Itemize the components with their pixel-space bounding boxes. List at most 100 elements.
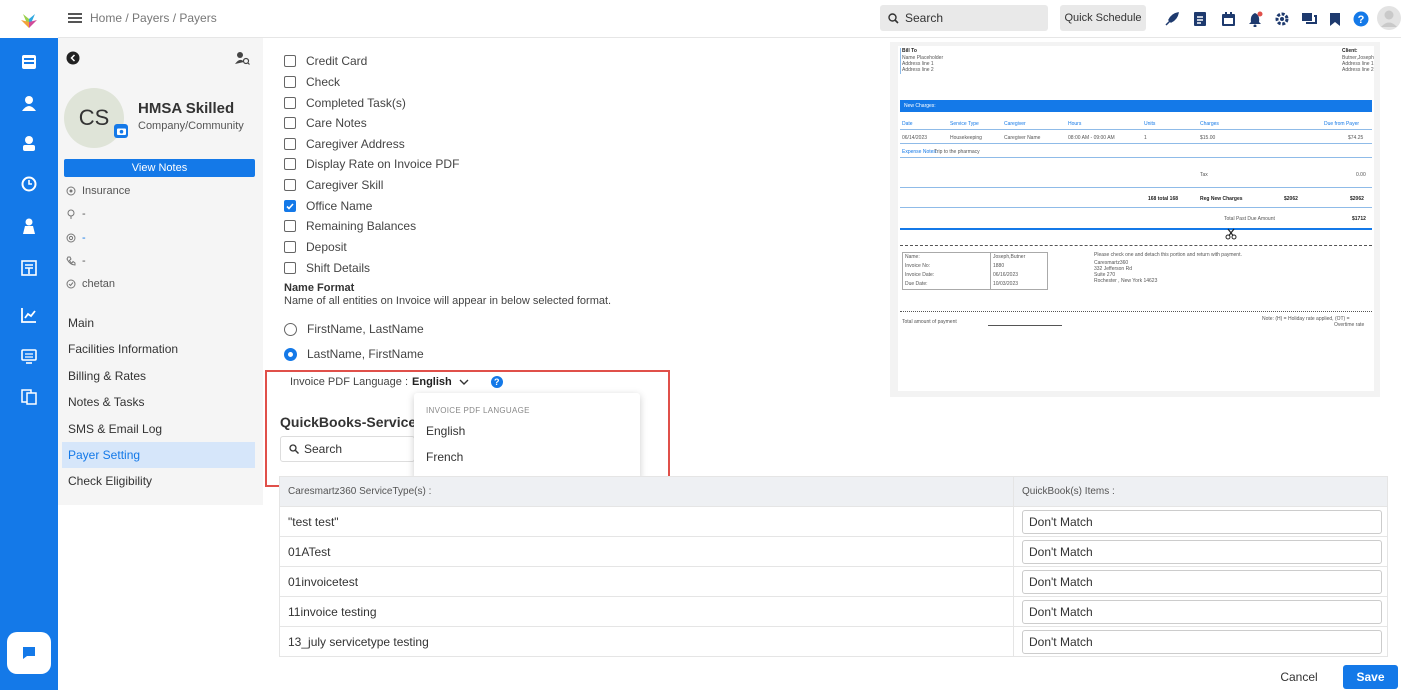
divider <box>900 129 1372 130</box>
caregivers-icon[interactable] <box>17 131 41 155</box>
menu-payer-setting[interactable]: Payer Setting <box>62 442 255 468</box>
menu-check-eligibility[interactable]: Check Eligibility <box>62 468 255 494</box>
email-value[interactable]: - <box>82 232 86 244</box>
menu-facilities-information[interactable]: Facilities Information <box>62 336 255 362</box>
item-cell: Don't Match <box>1013 596 1388 627</box>
item-cell: Don't Match <box>1013 506 1388 537</box>
breadcrumb-text[interactable]: Home / Payers / Payers <box>90 11 217 25</box>
menu-notes-tasks[interactable]: Notes & Tasks <box>62 389 255 415</box>
view-notes-button[interactable]: View Notes <box>64 159 255 177</box>
checkbox-label: Office Name <box>306 199 373 213</box>
checkbox[interactable] <box>284 179 296 191</box>
checkbox-caregiver-skill[interactable]: Caregiver Skill <box>284 178 383 192</box>
radio-firstname-lastname[interactable]: FirstName, LastName <box>284 322 424 336</box>
global-search[interactable]: Search <box>880 5 1048 31</box>
checkbox[interactable] <box>284 76 296 88</box>
checkbox[interactable] <box>284 138 296 150</box>
checkbox-remaining-balances[interactable]: Remaining Balances <box>284 219 416 233</box>
checkbox-deposit[interactable]: Deposit <box>284 240 347 254</box>
radio-button-selected[interactable] <box>284 347 297 361</box>
payer-avatar: CS <box>64 88 124 148</box>
dashboard-icon[interactable] <box>17 50 41 74</box>
messages-icon[interactable] <box>1299 9 1319 29</box>
checkbox[interactable] <box>284 55 296 67</box>
checkbox-care-notes[interactable]: Care Notes <box>284 116 367 130</box>
phone-icon <box>66 256 76 266</box>
menu-billing-rates[interactable]: Billing & Rates <box>62 363 255 389</box>
cancel-button[interactable]: Cancel <box>1268 665 1330 689</box>
insurance-icon <box>66 186 76 196</box>
item-select[interactable]: Don't Match <box>1022 569 1382 594</box>
checkbox-display-rate[interactable]: Display Rate on Invoice PDF <box>284 157 459 171</box>
invoice-paper: Bill To Name Placeholder Address line 1 … <box>898 46 1374 391</box>
monitor-icon[interactable] <box>17 344 41 368</box>
checkbox[interactable] <box>284 241 296 253</box>
cut-line <box>900 245 1372 246</box>
row-service: Housekeeping <box>950 135 982 141</box>
checkbox[interactable] <box>284 262 296 274</box>
payers-icon[interactable] <box>17 214 41 238</box>
user-avatar[interactable] <box>1376 5 1401 31</box>
schedule-icon[interactable] <box>17 172 41 196</box>
billing-icon[interactable] <box>17 256 41 280</box>
camera-icon[interactable] <box>114 124 128 138</box>
radio-lastname-firstname[interactable]: LastName, FirstName <box>284 347 424 361</box>
clients-icon[interactable] <box>17 91 41 115</box>
quick-schedule-button[interactable]: Quick Schedule <box>1060 5 1146 31</box>
menu-sms-email-log[interactable]: SMS & Email Log <box>62 416 255 442</box>
checkbox[interactable] <box>284 220 296 232</box>
search-icon <box>888 12 899 24</box>
stub-val-4: 10/03/2023 <box>993 281 1019 287</box>
item-cell: Don't Match <box>1013 566 1388 597</box>
help-icon[interactable]: ? <box>1351 9 1371 29</box>
save-button[interactable]: Save <box>1343 665 1398 689</box>
column-header-service: Caresmartz360 ServiceType(s) : <box>279 476 1014 507</box>
tax-label: Tax <box>1200 172 1208 178</box>
item-select[interactable]: Don't Match <box>1022 509 1382 534</box>
document-icon[interactable] <box>1190 9 1210 29</box>
rocket-icon[interactable] <box>1162 9 1182 29</box>
notification-icon[interactable] <box>1245 9 1265 29</box>
hamburger-icon[interactable] <box>68 12 82 24</box>
app-logo[interactable] <box>0 0 58 38</box>
checkbox[interactable] <box>284 158 296 170</box>
checkbox-check[interactable]: Check <box>284 75 340 89</box>
calendar-icon[interactable] <box>1218 9 1238 29</box>
checkbox-credit-card[interactable]: Credit Card <box>284 54 367 68</box>
gear-icon[interactable] <box>1272 9 1292 29</box>
checkbox-label: Credit Card <box>306 54 368 68</box>
service-cell: 01invoicetest <box>279 566 1014 597</box>
col-units: Units <box>1144 121 1156 127</box>
stub-label-1: Name: <box>905 254 920 260</box>
reports-icon[interactable] <box>17 303 41 327</box>
stub-val-3: 06/16/2023 <box>993 272 1019 278</box>
radio-button[interactable] <box>284 322 297 336</box>
checkbox[interactable] <box>284 97 296 109</box>
checkbox-checked[interactable] <box>284 200 296 212</box>
col-date: Date <box>902 121 913 127</box>
chat-icon <box>23 647 35 659</box>
contact-value: chetan <box>82 278 116 290</box>
back-icon[interactable] <box>66 51 80 68</box>
insurance-info: Insurance <box>66 185 130 197</box>
service-cell: 01ATest <box>279 536 1014 567</box>
checkbox-shift-details[interactable]: Shift Details <box>284 261 370 275</box>
rate-note-2: Overtime rate <box>1334 322 1365 328</box>
user-search-icon[interactable] <box>234 51 250 68</box>
chat-button[interactable] <box>7 632 51 674</box>
documents-icon[interactable] <box>17 385 41 409</box>
insurance-label: Insurance <box>82 185 131 197</box>
checkbox-completed-tasks[interactable]: Completed Task(s) <box>284 96 406 110</box>
checkbox-caregiver-address[interactable]: Caregiver Address <box>284 137 405 151</box>
stub-label-3: Invoice Date: <box>905 272 935 278</box>
item-select[interactable]: Don't Match <box>1022 599 1382 624</box>
checkbox[interactable] <box>284 117 296 129</box>
table-row: 01ATest Don't Match <box>279 536 1388 567</box>
menu-main[interactable]: Main <box>62 310 255 336</box>
item-select[interactable]: Don't Match <box>1022 629 1382 654</box>
stub-val-1: Joseph,Butner <box>993 254 1026 260</box>
radio-label: FirstName, LastName <box>307 322 424 336</box>
bookmark-icon[interactable] <box>1325 9 1345 29</box>
item-select[interactable]: Don't Match <box>1022 539 1382 564</box>
checkbox-office-name[interactable]: Office Name <box>284 199 372 213</box>
